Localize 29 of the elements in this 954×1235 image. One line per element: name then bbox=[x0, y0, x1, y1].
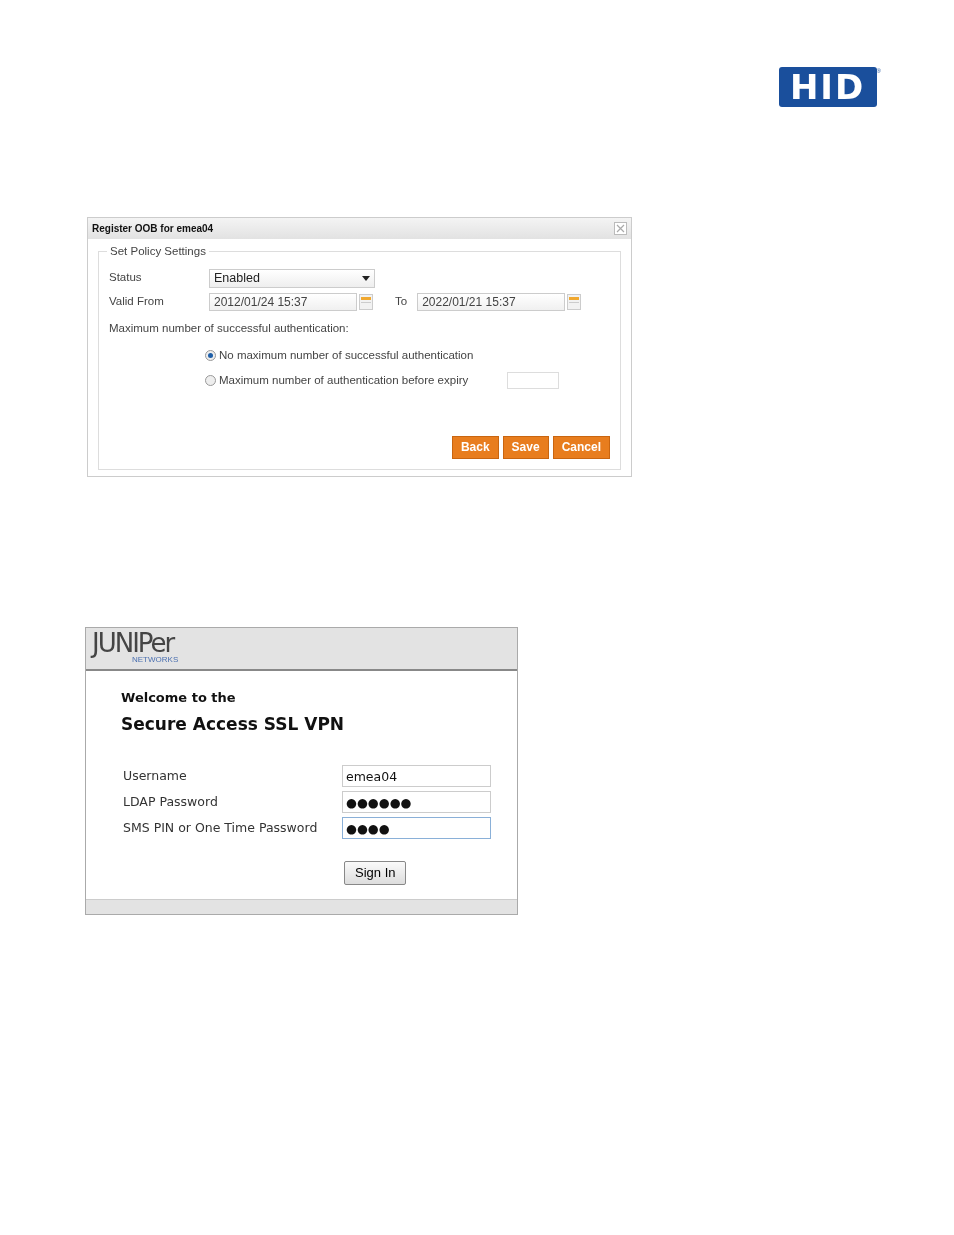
radio-button[interactable] bbox=[205, 350, 216, 362]
brand-subtitle: NETWORKS bbox=[132, 656, 180, 664]
field-label: Status bbox=[109, 270, 143, 286]
radio-label: Maximum number of authentication before expiry bbox=[219, 373, 469, 389]
radio-button[interactable] bbox=[205, 375, 216, 387]
brand-logo: JUNIPer bbox=[92, 630, 174, 656]
field-label: To bbox=[395, 294, 408, 310]
close-icon[interactable] bbox=[614, 222, 627, 235]
input-field[interactable]: ●●●● bbox=[342, 817, 491, 839]
logo: HID bbox=[778, 67, 877, 107]
date-field[interactable]: 2012/01/24 15:37 bbox=[209, 293, 357, 311]
radio-label: No maximum number of successful authentication bbox=[219, 348, 474, 364]
input-field[interactable]: ●●●●●● bbox=[342, 791, 491, 813]
caret-icon bbox=[362, 275, 370, 281]
calendar-icon[interactable] bbox=[565, 294, 582, 310]
field-label: Maximum number of successful authentication: bbox=[109, 321, 350, 336]
calendar-icon[interactable] bbox=[357, 294, 373, 310]
sign-in-button[interactable]: Sign In bbox=[344, 861, 407, 885]
status-dropdown[interactable]: Enabled bbox=[209, 268, 375, 288]
login-heading: Secure Access SSL VPN bbox=[121, 712, 346, 736]
count-field[interactable] bbox=[507, 372, 560, 390]
date-field[interactable]: 2022/01/21 15:37 bbox=[417, 293, 566, 311]
dialog-title: Register OOB for emea04 bbox=[92, 222, 214, 236]
welcome-text: Welcome to the bbox=[121, 689, 237, 707]
field-label: Valid From bbox=[109, 294, 165, 310]
field-label: LDAP Password bbox=[122, 792, 219, 811]
field-label: Username bbox=[122, 766, 188, 785]
field-label: SMS PIN or One Time Password bbox=[122, 818, 319, 837]
input-field[interactable]: emea04 bbox=[342, 765, 491, 787]
